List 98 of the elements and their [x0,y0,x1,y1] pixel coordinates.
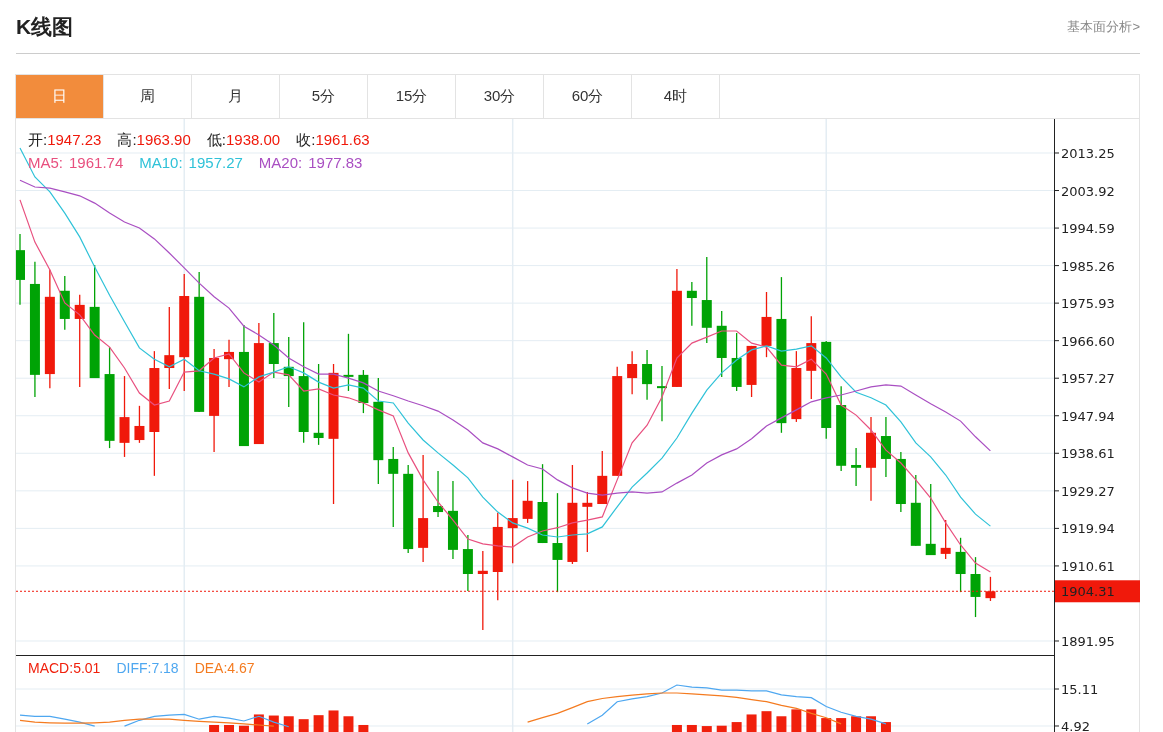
candlestick [522,480,533,524]
histogram-bar [701,726,712,732]
candlestick [224,339,234,388]
candlestick [716,310,727,378]
period-tab[interactable]: 60分 [544,75,632,118]
candlestick [597,450,608,505]
histogram-bar [358,725,369,732]
candlestick [985,576,996,602]
candlestick [895,451,906,513]
ohlc-value: 1938.00 [226,130,281,150]
histogram-bar [298,719,309,732]
candlestick [657,365,667,422]
legend-name: MA20: [258,153,303,171]
histogram-bar [283,716,294,732]
legend-value: 4.67 [227,660,255,676]
ref-line-label: 1904.31 [1061,584,1115,600]
histogram-bar [806,709,817,732]
axis-label: 1975.93 [1061,296,1115,312]
period-tab[interactable]: 5分 [280,75,368,118]
candlestick [343,333,354,392]
ohlc-label: 收: [296,130,316,150]
histogram-bar [880,722,891,732]
axis-label: 1929.27 [1061,483,1115,499]
axis-label: 2003.92 [1061,183,1115,199]
candlestick [731,332,742,392]
period-tab[interactable]: 15分 [368,75,456,118]
histogram-bar [686,725,697,732]
candlestick [59,275,70,331]
histogram-bar [343,716,354,732]
histogram-bar [776,716,787,732]
candlestick [940,519,951,560]
candlestick [358,369,369,414]
histogram-bar [671,725,682,732]
axis-label: 15.11 [1061,682,1099,697]
histogram-bar [761,711,772,732]
histogram-bar [313,715,324,732]
candlestick [268,312,279,379]
legend-value: 1961.74 [69,153,124,171]
histogram-bar [253,714,264,732]
axis-label: 1994.59 [1061,221,1115,237]
candlestick [134,405,145,444]
axis-label: 2013.25 [1061,146,1115,161]
candlestick [462,534,473,592]
histogram-bar [209,725,220,732]
histogram-bar [716,725,727,732]
candlestick [433,470,444,518]
candlestick [955,537,966,593]
page-title: K线图 [16,13,74,40]
ohlc-value: 1947.23 [47,130,102,150]
candlestick [283,336,294,408]
axis-label: 1919.94 [1061,521,1115,537]
histogram-bar [791,709,802,732]
legend-name: MACD: [28,660,74,676]
axis-label: 1938.61 [1061,446,1115,462]
axis-label: 1947.94 [1061,408,1115,424]
candlestick [627,350,638,395]
period-tab[interactable]: 周 [104,75,192,118]
histogram-bar [746,714,757,732]
histogram-bar [851,716,862,732]
legend-name: DIFF: [116,660,152,676]
price-tag: 1904.31 [1055,580,1140,603]
period-tab[interactable]: 4时 [632,75,720,118]
candlestick [880,416,891,478]
period-tab[interactable]: 月 [192,75,280,118]
candlestick [686,281,697,327]
candlestick [582,491,593,553]
histogram-bar [731,722,742,732]
histogram-bar [268,715,279,732]
legend-value: 5.01 [73,660,101,676]
ohlc-label: 低: [206,130,226,150]
histogram-bar [328,710,339,732]
legend-name: DEA: [194,660,228,676]
histogram-bar [238,725,249,732]
histogram-bar [836,718,847,732]
candlestick [746,345,757,398]
candlestick [761,291,772,358]
legend-name: MA10: [139,153,183,171]
legend-value: 1957.27 [188,153,243,171]
histogram-bar [821,718,832,732]
candlestick [851,447,862,487]
histogram-bar [224,725,234,732]
axis-label: 1910.61 [1061,558,1115,574]
axis-label: 1891.95 [1061,634,1115,649]
analysis-link[interactable]: 基本面分析> [1067,17,1140,36]
legend-value: 7.18 [151,660,179,676]
histogram-bar [866,716,876,732]
candlestick [970,556,981,618]
axis-label: 1966.60 [1061,333,1115,349]
axis-label: 1985.26 [1061,258,1115,274]
legend-name: MA5: [28,153,63,171]
ohlc-label: 开: [28,130,48,150]
axis-label: 4.92 [1061,719,1090,732]
legend-value: 1977.83 [308,153,363,171]
ohlc-label: 高: [117,130,137,150]
ohlc-value: 1961.63 [315,130,370,150]
candlestick [642,349,653,401]
period-tab[interactable]: 30分 [456,75,544,118]
axis-label: 1957.27 [1061,371,1115,387]
